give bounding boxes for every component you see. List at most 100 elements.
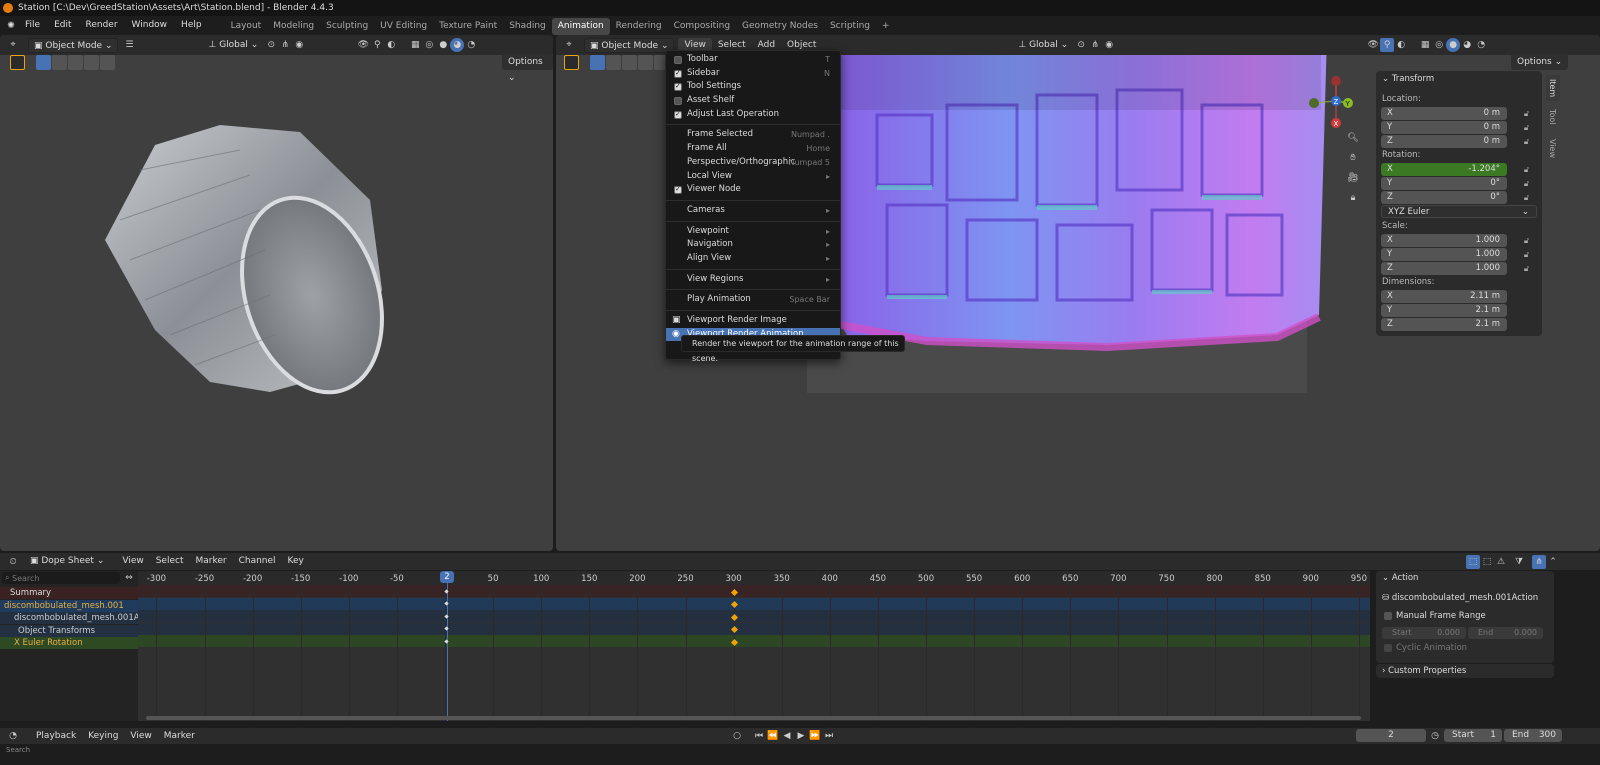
editor-type-icon[interactable]: ⌖ bbox=[6, 38, 20, 52]
overlay-icon[interactable]: ◐ bbox=[384, 38, 398, 52]
location-x-field[interactable]: X 0 m 🔓︎ bbox=[1381, 107, 1529, 120]
camera-icon[interactable]: 🎥︎ bbox=[1346, 171, 1360, 191]
checkbox-icon[interactable] bbox=[674, 67, 682, 80]
checkbox-icon[interactable] bbox=[674, 80, 682, 94]
timeline-menu-view[interactable]: View bbox=[124, 729, 157, 744]
warning-icon[interactable]: ⚠ bbox=[1494, 555, 1508, 569]
station-mesh-render[interactable] bbox=[100, 120, 385, 395]
add-workspace-button[interactable]: + bbox=[876, 18, 896, 35]
current-frame-field[interactable]: 2 bbox=[1356, 729, 1426, 742]
hamburger-icon[interactable]: ☰ bbox=[122, 38, 136, 52]
show-hidden-icon[interactable]: ⬚ bbox=[1480, 555, 1494, 569]
transform-header[interactable]: ⌄ Transform bbox=[1382, 73, 1532, 86]
filter-icon[interactable]: ⧩ bbox=[1512, 555, 1526, 569]
menu-item-play-animation[interactable]: Play Animation Space Bar bbox=[666, 293, 840, 307]
channel-row[interactable]: Summary bbox=[0, 587, 138, 599]
options-dropdown-right[interactable]: Options ⌄ bbox=[1511, 54, 1569, 70]
horizontal-scrollbar[interactable] bbox=[146, 716, 1361, 720]
select-intersect-icon[interactable] bbox=[100, 55, 115, 70]
channel-row[interactable]: discombobulated_mesh.001 bbox=[0, 599, 138, 612]
swap-icon[interactable]: ⇔ bbox=[122, 571, 136, 585]
proportional-icon[interactable]: ◉ bbox=[1102, 38, 1116, 52]
jump-end-icon[interactable]: ⏭ bbox=[822, 729, 836, 743]
next-keyframe-icon[interactable]: ⏩ bbox=[808, 729, 822, 743]
start-frame-field[interactable]: Start 1 bbox=[1444, 729, 1502, 742]
navigation-gizmo[interactable]: Z Y X bbox=[1306, 73, 1356, 133]
menu-item-tool-settings[interactable]: Tool Settings bbox=[666, 80, 840, 94]
mode-dropdown[interactable]: ▣ Object Mode ⌄ bbox=[584, 37, 675, 53]
clock-icon[interactable]: ◷ bbox=[1428, 729, 1442, 743]
menu-window[interactable]: Window bbox=[125, 16, 175, 35]
snap-icon[interactable]: ⋔ bbox=[1532, 554, 1546, 569]
checkbox-icon[interactable] bbox=[674, 56, 682, 64]
select-tool-icon[interactable] bbox=[10, 55, 25, 70]
select-invert-icon[interactable] bbox=[638, 55, 653, 70]
dimensions-z-field[interactable]: Z 2.1 m bbox=[1381, 318, 1507, 331]
workspace-tab-uv-editing[interactable]: UV Editing bbox=[374, 18, 433, 35]
channel-row[interactable]: Object Transforms bbox=[0, 624, 138, 637]
xray-icon[interactable]: ▦ bbox=[1418, 38, 1432, 52]
menu-render[interactable]: Render bbox=[79, 16, 125, 35]
menu-item-perspective-orthographic[interactable]: Perspective/Orthographic Numpad 5 bbox=[666, 156, 840, 170]
location-y-field[interactable]: Y 0 m 🔓︎ bbox=[1381, 121, 1529, 134]
visibility-icon[interactable]: 👁 bbox=[1366, 38, 1380, 52]
menu-item-frame-all[interactable]: Frame All Home bbox=[666, 142, 840, 156]
workspace-tab-layout[interactable]: Layout bbox=[225, 18, 268, 35]
gizmo-icon[interactable]: ⚲ bbox=[1380, 38, 1395, 52]
workspace-tab-geometry-nodes[interactable]: Geometry Nodes bbox=[736, 18, 824, 35]
proportional-icon[interactable]: ⌃ bbox=[1546, 555, 1560, 569]
dimensions-x-field[interactable]: X 2.11 m bbox=[1381, 290, 1507, 303]
lock-icon[interactable]: 🔒︎ bbox=[1346, 191, 1360, 211]
editor-type-icon[interactable]: ⌖ bbox=[562, 38, 576, 52]
play-reverse-icon[interactable]: ◀ bbox=[780, 729, 794, 743]
start-field[interactable]: Start 0.000 bbox=[1382, 627, 1466, 639]
current-frame-indicator[interactable]: 2 bbox=[439, 571, 454, 583]
select-invert-icon[interactable] bbox=[84, 55, 99, 70]
menu-item-navigation[interactable]: Navigation ▸ bbox=[666, 238, 840, 252]
select-tool-icon[interactable] bbox=[564, 55, 579, 70]
menu-help[interactable]: Help bbox=[174, 16, 209, 35]
rendered-shading-icon[interactable]: ◔ bbox=[1474, 38, 1488, 52]
material-shading-icon[interactable]: ◕ bbox=[1460, 38, 1474, 52]
checkbox-icon[interactable] bbox=[674, 97, 682, 106]
solid-shading-icon[interactable]: ● bbox=[436, 38, 450, 52]
menu-item-asset-shelf[interactable]: Asset Shelf bbox=[666, 94, 840, 108]
lock-icon[interactable]: 🔓︎ bbox=[1524, 177, 1529, 190]
location-z-field[interactable]: Z 0 m 🔓︎ bbox=[1381, 135, 1529, 148]
tab-item[interactable]: Item bbox=[1546, 75, 1560, 101]
pan-hand-icon[interactable]: ✋︎ bbox=[1346, 151, 1360, 171]
orientation-dropdown[interactable]: ⊥ Global ⌄ bbox=[1012, 38, 1074, 53]
dope-menu-key[interactable]: Key bbox=[282, 554, 310, 569]
menu-item-local-view[interactable]: Local View ▸ bbox=[666, 170, 840, 184]
snap-icon[interactable]: ⋔ bbox=[1088, 38, 1102, 52]
end-field[interactable]: End 0.000 bbox=[1468, 627, 1543, 639]
options-dropdown-left[interactable]: Options ⌄ bbox=[502, 54, 553, 83]
proportional-icon[interactable]: ◉ bbox=[292, 38, 306, 52]
only-selected-icon[interactable]: ⬚ bbox=[1466, 554, 1480, 569]
select-extend-icon[interactable] bbox=[52, 55, 67, 70]
menu-item-viewport-render-image[interactable]: ▣ Viewport Render Image bbox=[666, 314, 840, 328]
workspace-tab-compositing[interactable]: Compositing bbox=[668, 18, 736, 35]
lock-icon[interactable]: 🔓︎ bbox=[1524, 234, 1529, 247]
prev-keyframe-icon[interactable]: ⏪ bbox=[766, 729, 780, 743]
lock-icon[interactable]: 🔓︎ bbox=[1524, 163, 1529, 176]
workspace-tab-shading[interactable]: Shading bbox=[503, 18, 552, 35]
lock-icon[interactable]: 🔓︎ bbox=[1524, 191, 1529, 204]
menu-item-adjust-last-operation[interactable]: Adjust Last Operation bbox=[666, 108, 840, 121]
snap-icon[interactable]: ⋔ bbox=[278, 38, 292, 52]
lock-icon[interactable]: 🔓︎ bbox=[1524, 107, 1529, 120]
workspace-tab-scripting[interactable]: Scripting bbox=[824, 18, 876, 35]
scale-x-field[interactable]: X 1.000 🔓︎ bbox=[1381, 234, 1529, 247]
select-new-icon[interactable] bbox=[590, 55, 605, 70]
editor-type-icon[interactable]: ⏲ bbox=[6, 555, 20, 569]
tab-tool[interactable]: Tool bbox=[1546, 105, 1560, 131]
dope-menu-marker[interactable]: Marker bbox=[189, 554, 232, 569]
menu-item-viewpoint[interactable]: Viewpoint ▸ bbox=[666, 225, 840, 239]
menu-item-frame-selected[interactable]: Frame Selected Numpad . bbox=[666, 128, 840, 142]
menu-file[interactable]: File bbox=[18, 16, 47, 35]
menu-item-toolbar[interactable]: Toolbar T bbox=[666, 53, 840, 67]
lock-icon[interactable]: 🔓︎ bbox=[1524, 135, 1529, 148]
play-icon[interactable]: ▶ bbox=[794, 729, 808, 743]
dope-menu-select[interactable]: Select bbox=[150, 554, 190, 569]
record-icon[interactable]: ○ bbox=[730, 729, 744, 743]
